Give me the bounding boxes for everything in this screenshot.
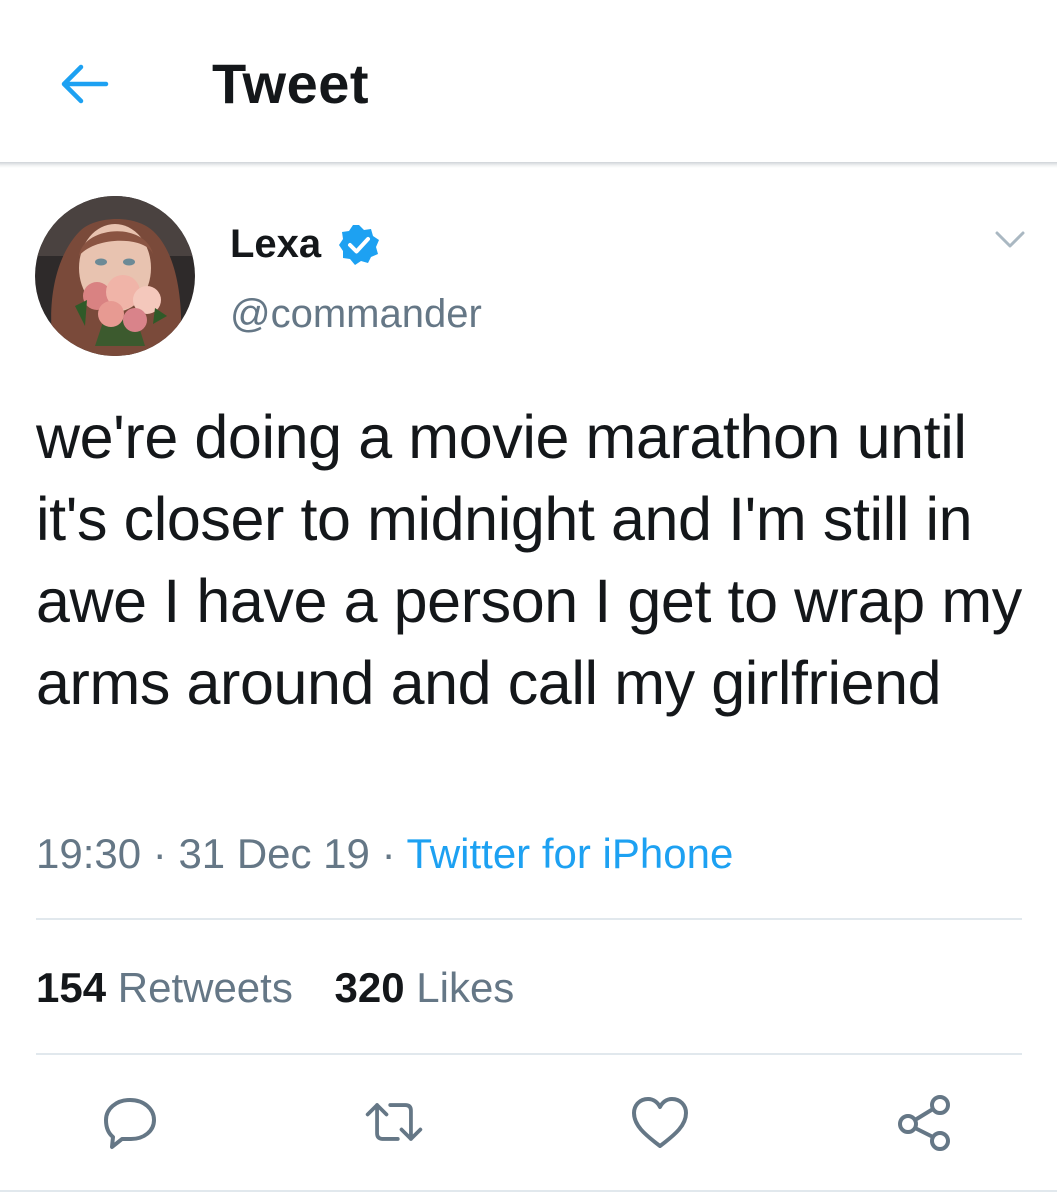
retweet-button[interactable] [362,1090,426,1154]
tweet-time: 19:30 [36,830,142,877]
avatar[interactable] [35,196,195,356]
chevron-down-icon [995,231,1025,248]
more-options-button[interactable] [988,222,1032,258]
reply-icon [104,1098,156,1149]
retweets-label: Retweets [117,964,293,1011]
arrow-left-icon [61,64,109,104]
page-title: Tweet [212,52,370,115]
share-icon [898,1095,950,1151]
divider [0,1190,1057,1192]
tweet-detail-page: Tweet Lexa @commander we're doing a movi… [0,0,1057,1200]
tweet-text: we're doing a movie marathon until it's … [36,403,1022,717]
author-handle[interactable]: @commander [230,290,482,338]
meta-separator: · [141,830,179,877]
meta-separator: · [369,830,407,877]
retweet-icon [365,1103,423,1141]
tweet-metadata: 19:30 · 31 Dec 19 · Twitter for iPhone [36,828,733,880]
retweets-stat[interactable]: 154 Retweets [36,964,293,1011]
tweet-stats: 154 Retweets 320 Likes [36,962,544,1014]
verified-badge-icon [339,225,379,265]
tweet-source-link[interactable]: Twitter for iPhone [406,830,733,877]
retweets-count: 154 [36,964,107,1011]
like-button[interactable] [628,1090,692,1154]
divider [36,918,1022,920]
avatar-image [35,196,195,356]
tweet-date: 31 Dec 19 [178,830,370,877]
like-icon [632,1097,688,1148]
author-name[interactable]: Lexa [230,220,321,268]
likes-label: Likes [416,964,515,1011]
likes-count: 320 [334,964,405,1011]
header-divider [0,162,1057,168]
divider [36,1053,1022,1055]
top-app-bar: Tweet [0,0,1057,164]
share-button[interactable] [892,1090,956,1154]
reply-button[interactable] [98,1090,162,1154]
back-button[interactable] [48,48,120,120]
likes-stat[interactable]: 320 Likes [335,964,515,1011]
